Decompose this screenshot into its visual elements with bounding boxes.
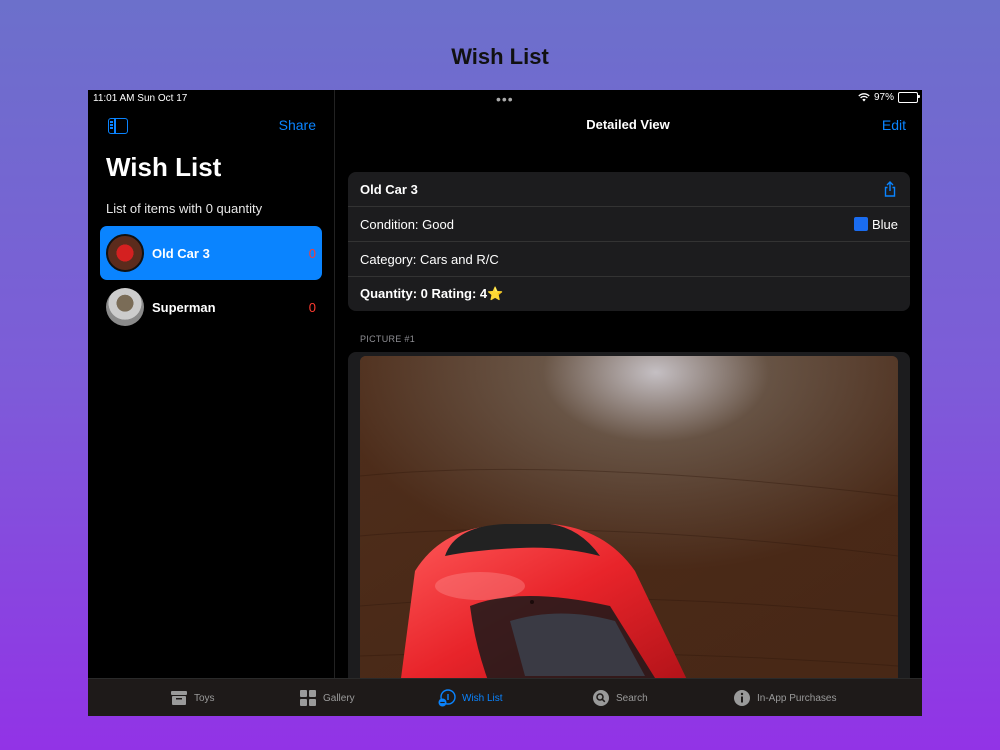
detail-condition: Condition: Good (360, 216, 454, 232)
detail-card: Old Car 3 Condition: Good Blue Category:… (348, 172, 910, 311)
battery-percent: 97% (873, 92, 894, 103)
share-button[interactable]: Share (279, 117, 316, 133)
tab-label: Wish List (462, 692, 503, 704)
sidebar-toggle-icon[interactable] (108, 118, 128, 134)
tab-bar: Toys Gallery Wish List Search In-App Pur… (88, 678, 922, 716)
search-icon (593, 690, 609, 706)
toy-photo[interactable] (360, 356, 898, 686)
wifi-icon (858, 93, 870, 102)
edit-button[interactable]: Edit (882, 117, 906, 133)
detail-category: Category: Cars and R/C (360, 251, 499, 267)
archive-box-icon (171, 691, 187, 705)
info-icon (734, 690, 750, 706)
tab-label: Gallery (323, 692, 355, 704)
tab-label: Toys (194, 692, 215, 704)
list-item-count: 0 (308, 299, 316, 315)
battery-icon (898, 92, 920, 103)
grid-icon (300, 690, 316, 706)
color-swatch-icon (853, 217, 868, 231)
detail-color: Blue (871, 216, 898, 232)
ipad-screen: 11:01 AM Sun Oct 17 ••• 97% Share Wish L… (88, 90, 922, 716)
tab-gallery[interactable]: Gallery (299, 689, 355, 707)
picture-section-header: PICTURE #1 (360, 334, 416, 344)
picture-card (348, 352, 910, 712)
detail-quantity-row: Quantity: 0 Rating: 4⭐ (348, 277, 910, 311)
tab-wish-list[interactable]: Wish List (438, 689, 503, 707)
list-item-count: 0 (308, 245, 316, 261)
sidebar: Share Wish List List of items with 0 qua… (88, 90, 335, 678)
tab-toys[interactable]: Toys (170, 689, 215, 707)
detail-condition-row: Condition: Good Blue (348, 207, 910, 242)
wish-list-icon (438, 689, 456, 707)
detail-item-name: Old Car 3 (360, 181, 418, 197)
list-item[interactable]: Old Car 3 0 (100, 226, 322, 280)
tab-label: In-App Purchases (757, 692, 837, 704)
tab-in-app-purchases[interactable]: In-App Purchases (733, 689, 837, 707)
share-icon[interactable] (882, 181, 898, 197)
list-item[interactable]: Superman 0 (100, 280, 322, 334)
multitasking-dots-icon[interactable]: ••• (496, 92, 514, 106)
detail-nav-title: Detailed View (586, 117, 670, 132)
sidebar-title: Wish List (106, 152, 222, 182)
avatar (106, 234, 144, 272)
star-icon: ⭐ (487, 286, 504, 301)
tab-label: Search (616, 692, 648, 704)
detail-name-row: Old Car 3 (348, 172, 910, 207)
tab-search[interactable]: Search (592, 689, 648, 707)
avatar (106, 288, 144, 326)
list-item-name: Superman (152, 299, 216, 315)
sidebar-subtitle: List of items with 0 quantity (106, 201, 263, 216)
detail-category-row: Category: Cars and R/C (348, 242, 910, 277)
status-right: 97% (858, 92, 920, 103)
detail-quantity-rating: Quantity: 0 Rating: 4 (360, 286, 488, 301)
page-title: Wish List (451, 44, 549, 69)
list-item-name: Old Car 3 (152, 245, 210, 261)
